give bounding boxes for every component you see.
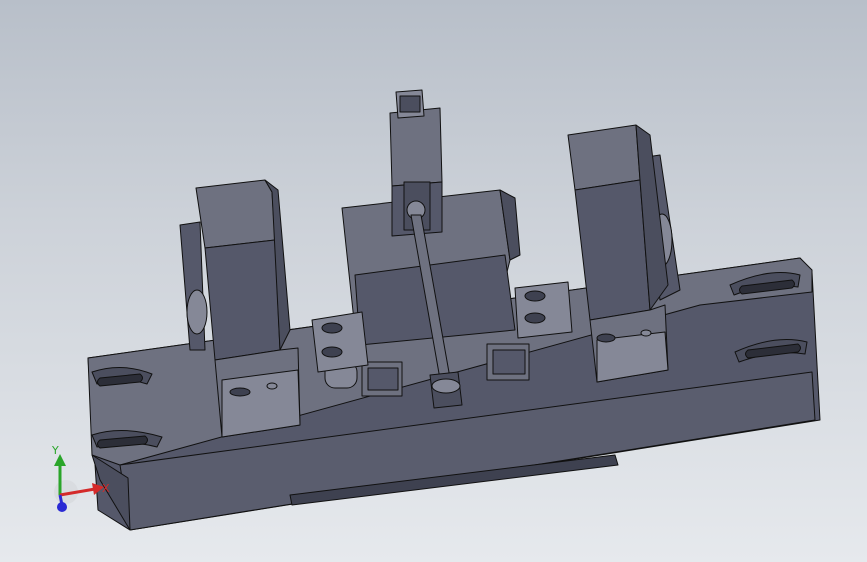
z-axis-head [57,502,67,512]
cad-viewport[interactable]: Y X [0,0,867,562]
coordinate-triad: Y X [51,444,110,512]
small-block-right[interactable] [486,343,530,381]
x-axis-label: X [102,482,110,495]
small-block-left[interactable] [361,361,403,397]
fixture-model[interactable] [0,0,867,562]
y-axis-label: Y [51,444,59,457]
